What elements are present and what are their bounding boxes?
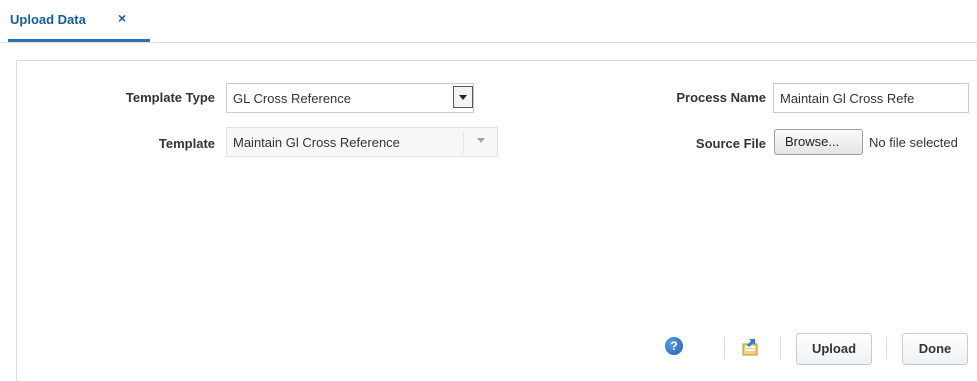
tab-bar: Upload Data ×: [0, 0, 977, 43]
done-button[interactable]: Done: [902, 333, 968, 365]
help-icon[interactable]: ?: [665, 337, 683, 355]
active-tab-indicator: [8, 39, 150, 42]
source-file-label: Source File: [695, 136, 766, 151]
upload-button[interactable]: Upload: [796, 333, 872, 365]
file-status-text: No file selected: [869, 135, 958, 150]
template-select[interactable]: Maintain Gl Cross Reference: [226, 127, 498, 157]
export-icon[interactable]: [740, 337, 760, 357]
tab-upload-data[interactable]: Upload Data: [8, 0, 86, 42]
dropdown-arrow-icon[interactable]: [477, 138, 485, 143]
template-type-label: Template Type: [125, 90, 215, 105]
close-icon[interactable]: ×: [118, 10, 126, 26]
toolbar-separator: [886, 337, 887, 359]
process-name-label: Process Name: [676, 90, 766, 105]
template-type-value: GL Cross Reference: [233, 91, 352, 106]
process-name-input[interactable]: [773, 83, 969, 113]
toolbar-separator: [724, 337, 725, 359]
template-type-select[interactable]: GL Cross Reference: [226, 83, 474, 113]
toolbar-separator: [780, 337, 781, 359]
browse-button[interactable]: Browse...: [774, 129, 863, 155]
tab-label[interactable]: Upload Data: [10, 12, 86, 27]
dropdown-arrow-icon[interactable]: [453, 86, 473, 108]
template-label: Template: [158, 136, 215, 151]
template-value: Maintain Gl Cross Reference: [233, 135, 400, 150]
select-divider: [463, 132, 464, 154]
